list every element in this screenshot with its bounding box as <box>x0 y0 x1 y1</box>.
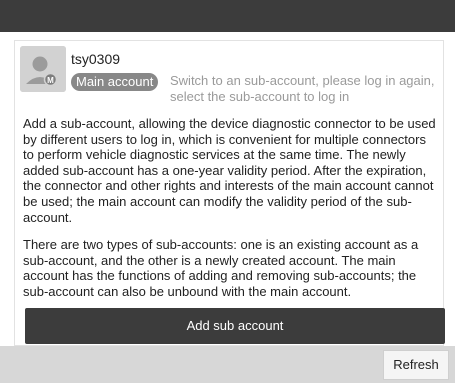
add-sub-account-button[interactable]: Add sub account <box>25 308 445 344</box>
sub-account-types-description: There are two types of sub-accounts: one… <box>23 237 419 299</box>
switch-account-hint: Switch to an sub-account, please log in … <box>170 73 435 104</box>
refresh-button[interactable]: Refresh <box>383 350 449 380</box>
avatar-mark: M <box>47 76 54 85</box>
sub-account-description: Add a sub-account, allowing the device d… <box>23 116 436 225</box>
sub-account-panel: M tsy0309 Main account Switch to an sub-… <box>14 40 445 346</box>
sub-account-screen: M tsy0309 Main account Switch to an sub-… <box>0 0 455 383</box>
username: tsy0309 <box>71 51 121 67</box>
user-avatar-icon: M <box>20 46 66 92</box>
top-bar <box>0 0 455 32</box>
main-account-badge: Main account <box>71 73 159 91</box>
bottom-action-bar: Refresh <box>0 346 455 383</box>
